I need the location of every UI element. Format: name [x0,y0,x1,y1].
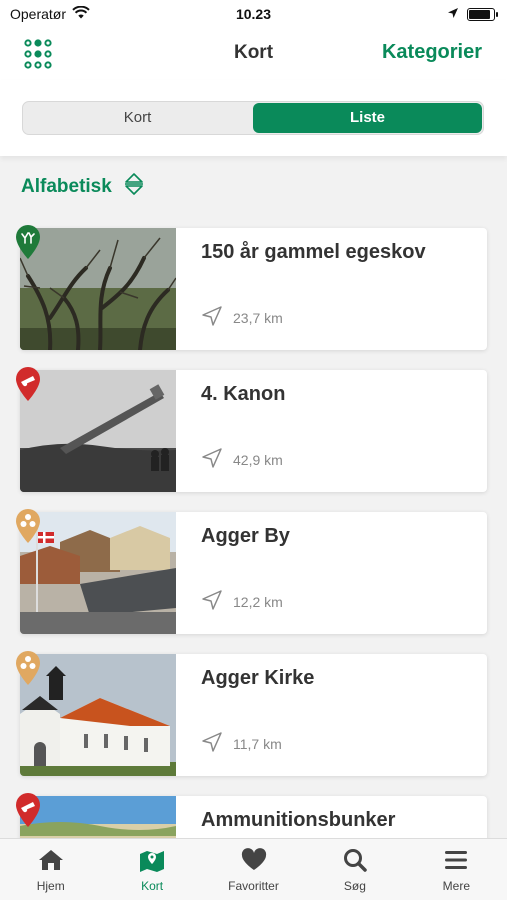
search-icon [341,848,369,875]
tab-label: Favoritter [228,879,279,893]
tab-label: Søg [343,879,366,893]
navigation-arrow-icon [201,305,223,330]
place-photo [20,228,176,350]
map-icon [138,848,166,875]
tab-label: Mere [442,879,470,893]
tab-favorites[interactable]: Favoritter [203,839,304,900]
category-pin [14,508,42,544]
segment-list[interactable]: Liste [253,103,482,133]
segment-map[interactable]: Kort [23,102,252,134]
app-logo-icon[interactable] [20,38,56,70]
tab-bar: Hjem Kort Favoritter Søg Mere [0,838,507,900]
place-title: 4. Kanon [201,383,286,405]
category-pin [14,224,42,260]
place-photo [20,370,176,492]
category-pin [14,366,42,402]
location-arrow-icon [447,6,459,22]
navigation-arrow-icon [201,447,223,472]
place-photo [20,654,176,776]
categories-button[interactable]: Kategorier [382,41,482,64]
place-distance: 42,9 km [201,447,283,472]
place-title: Ammunitionsbunker [201,809,396,831]
list-item[interactable]: Agger By 12,2 km [16,509,487,634]
place-distance: 23,7 km [201,305,283,330]
navigation-bar: Kort Kategorier [0,28,507,80]
place-title: 150 år gammel egeskov [201,241,426,263]
navigation-arrow-icon [201,589,223,614]
place-distance: 11,7 km [201,731,282,756]
place-list: 150 år gammel egeskov 23,7 km 4. Kanon 4… [16,225,487,900]
sort-toggle[interactable]: Alfabetisk [21,172,144,201]
place-photo [20,512,176,634]
navigation-arrow-icon [201,731,223,756]
tab-more[interactable]: Mere [406,839,507,900]
place-title: Agger Kirke [201,667,315,689]
tab-search[interactable]: Søg [304,839,405,900]
wifi-icon [72,5,90,22]
place-title: Agger By [201,525,290,547]
view-segmented-control: Kort Liste [22,101,484,135]
tab-label: Kort [141,879,164,893]
status-bar: Operatør 10.23 [0,0,507,28]
sort-arrows-icon [124,172,144,201]
category-pin [14,792,42,828]
sort-label: Alfabetisk [21,175,112,197]
list-item[interactable]: Agger Kirke 11,7 km [16,651,487,776]
carrier-label: Operatør [10,6,67,22]
list-item[interactable]: 150 år gammel egeskov 23,7 km [16,225,487,350]
place-distance: 12,2 km [201,589,283,614]
segment-container: Kort Liste [0,80,507,156]
menu-icon [442,848,470,875]
distance-text: 11,7 km [233,735,282,752]
tab-map[interactable]: Kort [101,839,202,900]
heart-icon [240,848,268,875]
distance-text: 12,2 km [233,593,283,610]
distance-text: 23,7 km [233,309,283,326]
tab-home[interactable]: Hjem [0,839,101,900]
category-pin [14,650,42,686]
distance-text: 42,9 km [233,451,283,468]
home-icon [37,848,65,875]
list-item[interactable]: 4. Kanon 42,9 km [16,367,487,492]
tab-label: Hjem [36,879,65,893]
battery-icon [467,7,498,21]
